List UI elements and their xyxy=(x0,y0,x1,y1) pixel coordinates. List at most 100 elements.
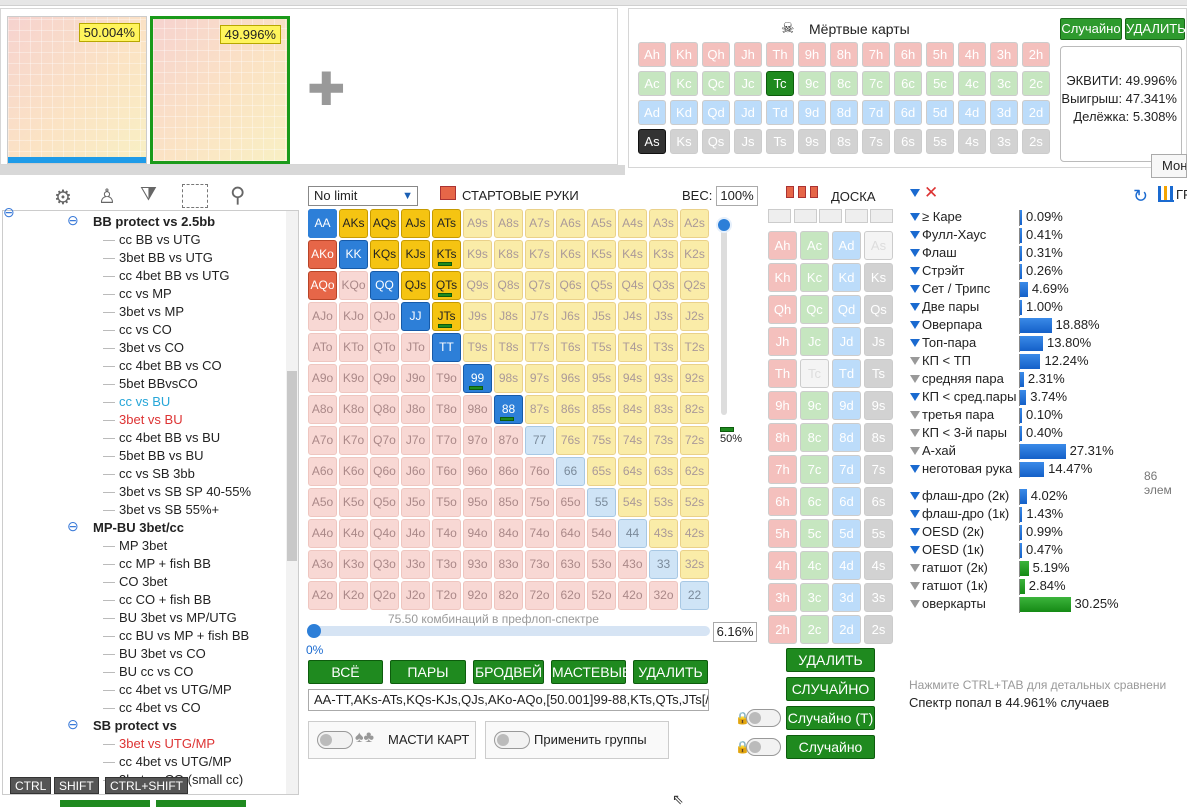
hand-cell[interactable]: 74s xyxy=(618,426,647,455)
hand-cell[interactable]: A7o xyxy=(308,426,337,455)
filter-icon[interactable] xyxy=(910,510,920,518)
hand-cell[interactable]: 99 xyxy=(463,364,492,393)
hand-cell[interactable]: 82s xyxy=(680,395,709,424)
board-card[interactable]: As xyxy=(864,231,893,260)
hand-cell[interactable]: 96s xyxy=(556,364,585,393)
hand-cell[interactable]: JTo xyxy=(401,333,430,362)
hand-cell[interactable]: 32o xyxy=(649,581,678,610)
hand-cell[interactable]: T4s xyxy=(618,333,647,362)
tree-item[interactable]: cc BU vs MP + fish BB xyxy=(119,628,249,643)
board-slot[interactable] xyxy=(844,209,868,223)
board-card[interactable]: 2d xyxy=(832,615,861,644)
dead-card[interactable]: Ts xyxy=(766,129,794,154)
hand-cell[interactable]: Q3o xyxy=(370,550,399,579)
hand-cell[interactable]: 96o xyxy=(463,457,492,486)
hand-cell[interactable]: K4o xyxy=(339,519,368,548)
board-card[interactable]: Ad xyxy=(832,231,861,260)
tree-collapse-icon[interactable]: ⊖ xyxy=(67,212,79,229)
board-card[interactable]: Kc xyxy=(800,263,829,292)
filter-icon[interactable] xyxy=(910,393,920,401)
range-action-button[interactable]: ВСЁ xyxy=(308,660,383,684)
hand-cell[interactable]: 55 xyxy=(587,488,616,517)
board-card[interactable]: 4h xyxy=(768,551,797,580)
board-card[interactable]: Ks xyxy=(864,263,893,292)
filter-icon[interactable] xyxy=(910,492,920,500)
tree-item[interactable]: 5bet BBvsCO xyxy=(119,376,198,391)
board-card[interactable]: 2s xyxy=(864,615,893,644)
tree-item[interactable]: 3bet vs BU xyxy=(119,412,183,427)
hand-cell[interactable]: 97o xyxy=(463,426,492,455)
tree-group[interactable]: BB protect vs 2.5bb xyxy=(93,214,215,229)
filter-icon[interactable] xyxy=(910,564,920,572)
range-thumb-2[interactable]: 49.996% xyxy=(150,16,290,164)
hand-cell[interactable]: T5s xyxy=(587,333,616,362)
hand-cell[interactable]: 42s xyxy=(680,519,709,548)
tree-item[interactable]: 3bet vs SB 55%+ xyxy=(119,502,219,517)
hand-cell[interactable]: 92o xyxy=(463,581,492,610)
tree-item[interactable]: 3bet vs CO xyxy=(119,340,184,355)
dead-card[interactable]: 3d xyxy=(990,100,1018,125)
bottom-green-button-1[interactable] xyxy=(60,800,150,807)
hand-cell[interactable]: Q7o xyxy=(370,426,399,455)
hand-cell[interactable]: A2s xyxy=(680,209,709,238)
gear-icon[interactable]: ⚙ xyxy=(54,185,72,210)
hand-cell[interactable]: 53s xyxy=(649,488,678,517)
hand-cell[interactable]: T3s xyxy=(649,333,678,362)
hand-cell[interactable]: A2o xyxy=(308,581,337,610)
hand-cell[interactable]: 88 xyxy=(494,395,523,424)
filter-icon[interactable] xyxy=(910,267,920,275)
hand-cell[interactable]: Q5s xyxy=(587,271,616,300)
tree-item[interactable]: cc vs MP xyxy=(119,286,172,301)
splitter[interactable] xyxy=(0,165,625,175)
tree-item[interactable]: 3bet vs SB SP 40-55% xyxy=(119,484,251,499)
tree-item[interactable]: BU cc vs CO xyxy=(119,664,193,679)
hand-cell[interactable]: J4s xyxy=(618,302,647,331)
dead-card[interactable]: 9s xyxy=(798,129,826,154)
hand-cell[interactable]: 85o xyxy=(494,488,523,517)
dead-card[interactable]: 5s xyxy=(926,129,954,154)
range-text-input[interactable]: AA-TT,AKs-ATs,KQs-KJs,QJs,AKo-AQo,[50.00… xyxy=(308,689,709,711)
hand-cell[interactable]: T2o xyxy=(432,581,461,610)
board-card[interactable]: Js xyxy=(864,327,893,356)
tree-group[interactable]: MP-BU 3bet/cc xyxy=(93,520,184,535)
board-slot[interactable] xyxy=(793,209,817,223)
dead-card[interactable]: 7d xyxy=(862,100,890,125)
hand-cell[interactable]: T6o xyxy=(432,457,461,486)
dead-card[interactable]: Td xyxy=(766,100,794,125)
board-card[interactable]: 6s xyxy=(864,487,893,516)
filter-add-icon[interactable]: ⧩ xyxy=(140,184,157,206)
board-card[interactable]: Qs xyxy=(864,295,893,324)
export-icon[interactable] xyxy=(182,184,208,208)
filter-icon[interactable] xyxy=(910,465,920,473)
hand-cell[interactable]: 22 xyxy=(680,581,709,610)
tree-group[interactable]: SB protect vs xyxy=(93,718,177,733)
filter-icon[interactable] xyxy=(910,231,920,239)
dead-card[interactable]: Qd xyxy=(702,100,730,125)
bottom-green-button-2[interactable] xyxy=(156,800,246,807)
board-random-button[interactable]: СЛУЧАЙНО xyxy=(786,677,875,701)
hand-cell[interactable]: KJo xyxy=(339,302,368,331)
tree-item[interactable]: cc 4bet BB vs BU xyxy=(119,430,220,445)
hand-cell[interactable]: T9s xyxy=(463,333,492,362)
hand-cell[interactable]: 94s xyxy=(618,364,647,393)
dead-card[interactable]: Jd xyxy=(734,100,762,125)
hand-cell[interactable]: 95o xyxy=(463,488,492,517)
tree-scrollbar[interactable] xyxy=(286,211,298,794)
dead-card[interactable]: Jh xyxy=(734,42,762,67)
filter-icon[interactable] xyxy=(910,411,920,419)
groups-toggle[interactable] xyxy=(494,731,530,749)
board-card[interactable]: 9h xyxy=(768,391,797,420)
tree-item[interactable]: MP 3bet xyxy=(119,538,167,553)
filter-icon[interactable] xyxy=(910,546,920,554)
dead-card[interactable]: 8d xyxy=(830,100,858,125)
hand-cell[interactable]: T8s xyxy=(494,333,523,362)
dead-card[interactable]: 2c xyxy=(1022,71,1050,96)
hand-cell[interactable]: 54s xyxy=(618,488,647,517)
filter-icon[interactable] xyxy=(910,375,920,383)
hand-cell[interactable]: 52s xyxy=(680,488,709,517)
hand-cell[interactable]: AJs xyxy=(401,209,430,238)
hand-cell[interactable]: QJs xyxy=(401,271,430,300)
board-card[interactable]: 8c xyxy=(800,423,829,452)
hand-cell[interactable]: K5s xyxy=(587,240,616,269)
tree-collapse-icon[interactable]: ⊖ xyxy=(67,716,79,733)
